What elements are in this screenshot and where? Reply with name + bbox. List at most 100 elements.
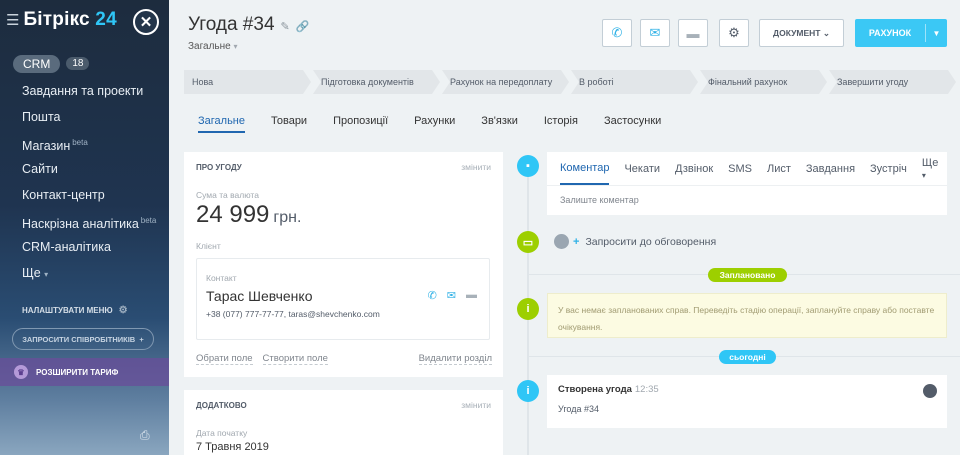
about-deal-card: ПРО УГОДУ змінити Сума та валюта 24 999 гр… [184,152,503,377]
info-icon: i [517,298,539,320]
stage-label: Підготовка документів [321,77,414,87]
configure-menu[interactable]: НАЛАШТУВАТИ МЕНЮ ⚙ [0,286,169,322]
create-field-link[interactable]: Створити поле [262,353,328,365]
crm-counter-badge: 18 [66,57,90,70]
tab-applications[interactable]: Застосунки [604,115,661,133]
stage-item[interactable]: Завершити угоду [829,70,956,94]
sidebar-item-analytics[interactable]: Наскрізна аналітика beta [0,208,169,234]
user-icon[interactable] [923,384,937,398]
tab-bar: Загальне Товари Пропозиції Рахунки Зв'яз… [198,115,687,133]
card-header: ПРО УГОДУ змінити [184,152,503,182]
tab-sms[interactable]: SMS [728,163,752,175]
stage-label: Нова [192,77,214,87]
stage-item[interactable]: В роботі [571,70,698,94]
chevron-down-icon[interactable]: ▼ [926,29,947,38]
amount-value: 24 999 грн. [184,201,503,229]
sidebar-item-more[interactable]: Ще ▾ [0,260,169,286]
tab-history[interactable]: Історія [544,115,578,133]
tab-invoices[interactable]: Рахунки [414,115,455,133]
sidebar-item-crm-analytics[interactable]: CRM-аналітика [0,234,169,260]
sidebar-item-crm[interactable]: CRM 18 [0,40,169,78]
sidebar-item-label: Контакт-центр [22,188,105,202]
contact-actions: ✆ ✉ ▬ [428,289,477,302]
stage-label: В роботі [579,77,614,87]
document-button[interactable]: ДОКУМЕНТ ⌄ [759,19,844,47]
link-icon[interactable]: 🔗 [296,21,310,33]
tab-relations[interactable]: Зв'язки [481,115,518,133]
stage-label: Завершити угоду [837,77,909,87]
comment-input[interactable]: Залиште коментар [547,186,947,205]
avatar-icon [554,234,569,249]
settings-button[interactable]: ⚙ [719,19,749,47]
contact-name[interactable]: Тарас Шевченко [206,288,312,304]
tab-comment[interactable]: Коментар [560,153,610,185]
main-area: Угода #34 ✎ 🔗 Загальне ▾ ✆ ✉ ▬ ⚙ ДОКУМЕНТ … [169,0,960,455]
menu-icon[interactable]: ☰ [6,11,19,29]
sidebar-item-shop[interactable]: Магазин beta [0,130,169,156]
sidebar-item-sites[interactable]: Сайти [0,156,169,182]
mail-icon[interactable]: ✉ [447,289,456,302]
card-heading: ПРО УГОДУ [196,162,242,172]
info-icon: i [517,380,539,402]
comment-icon: ▪ [517,155,539,177]
stage-bar: Нова Підготовка документів Рахунок на пе… [184,70,960,94]
chat-bubble-icon: ▭ [517,231,539,253]
tab-general[interactable]: Загальне [198,115,245,133]
invite-staff-button[interactable]: ЗАПРОСИТИ СПІВРОБІТНИКІВ + [12,328,154,350]
activity-editor: Коментар Чекати Дзвінок SMS Лист Завданн… [547,152,947,215]
call-button[interactable]: ✆ [602,19,632,47]
edit-link[interactable]: змінити [461,400,491,410]
sidebar-item-label: Пошта [22,110,61,124]
sidebar-item-contact-center[interactable]: Контакт-центр [0,182,169,208]
gear-icon: ⚙ [118,304,128,316]
edit-pencil-icon[interactable]: ✎ [281,21,290,33]
close-icon: ✕ [139,14,153,31]
stage-item[interactable]: Підготовка документів [313,70,440,94]
stage-item[interactable]: Фінальний рахунок [700,70,827,94]
select-field-link[interactable]: Обрати поле [196,353,253,365]
tab-wait[interactable]: Чекати [624,163,660,175]
crown-icon: ♛ [14,365,28,379]
sidebar-item-label: CRM-аналітика [22,240,111,254]
chevron-down-icon: ▾ [921,170,926,180]
sidebar-item-tasks[interactable]: Завдання та проекти [0,78,169,104]
category-label: Загальне [188,41,231,52]
amount-label: Сума та валюта [196,190,259,200]
event-title: Створена угода 12:35 [558,384,936,395]
chat-icon[interactable]: ▬ [466,289,477,302]
tab-quotes[interactable]: Пропозиції [333,115,388,133]
tab-more[interactable]: Ще ▾ [922,157,953,181]
tab-products[interactable]: Товари [271,115,307,133]
beta-badge: beta [140,216,157,225]
stage-item[interactable]: Рахунок на передоплату [442,70,569,94]
invite-label: Запросити до обговорення [585,235,717,248]
sidebar-item-label: Сайти [22,162,58,176]
phone-icon[interactable]: ✆ [428,289,437,302]
sidebar-item-mail[interactable]: Пошта [0,104,169,130]
invoice-button[interactable]: РАХУНОК ▼ [855,19,947,47]
email-button[interactable]: ✉ [640,19,670,47]
client-label: Клієнт [196,241,221,251]
logo[interactable]: Бітрікс 24 [23,9,116,31]
invite-discussion-button[interactable]: + Запросити до обговорення [554,234,716,249]
category-selector[interactable]: Загальне ▾ [188,41,238,52]
printer-icon[interactable]: ⎙ [140,428,150,443]
tab-call[interactable]: Дзвінок [675,163,713,175]
card-heading: ДОДАТКОВО [196,400,247,410]
delete-section-link[interactable]: Видалити розділ [418,353,492,365]
logo-number: 24 [95,9,117,30]
event-subtitle[interactable]: Угода #34 [558,404,936,414]
configure-menu-label: НАЛАШТУВАТИ МЕНЮ [22,305,113,315]
tab-task[interactable]: Завдання [806,163,855,175]
document-label: ДОКУМЕНТ [773,28,821,38]
plus-icon: + [573,235,580,248]
tab-meeting[interactable]: Зустріч [870,163,907,175]
sidebar-item-label: Наскрізна аналітика [22,217,139,232]
tab-email[interactable]: Лист [767,163,791,175]
deal-title: Угода #34 [188,14,275,35]
chat-button[interactable]: ▬ [678,19,708,47]
stage-item[interactable]: Нова [184,70,311,94]
close-button[interactable]: ✕ [133,9,159,35]
edit-link[interactable]: змінити [461,162,491,172]
upgrade-tariff-button[interactable]: ♛ РОЗШИРИТИ ТАРИФ [0,358,169,386]
